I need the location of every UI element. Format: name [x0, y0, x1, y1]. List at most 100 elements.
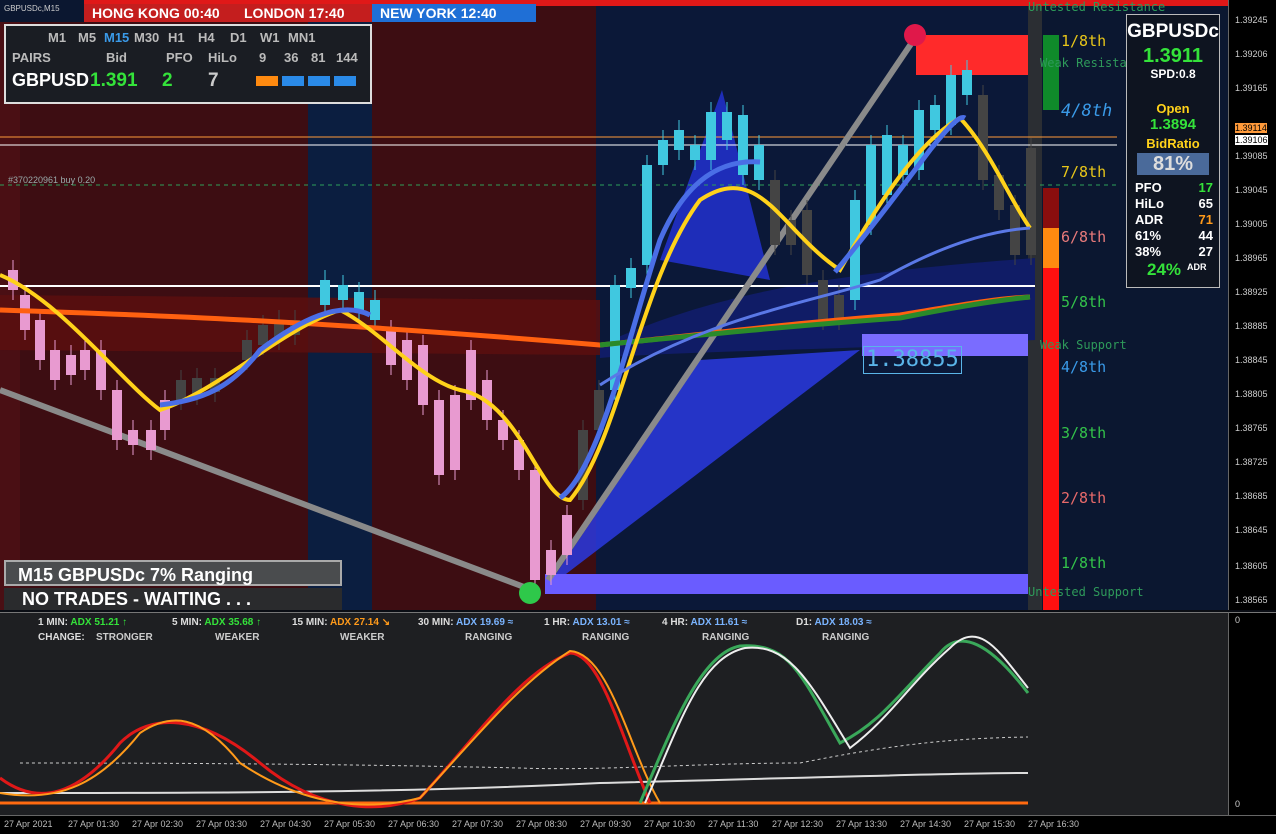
session-time: 17:40 [308, 5, 345, 21]
adx-timeframe: 4 HR: [662, 617, 689, 628]
candle [530, 470, 540, 580]
timeframe-w1[interactable]: W1 [260, 30, 280, 45]
candle [1026, 148, 1036, 255]
adx-timeframe: 1 HR: [544, 617, 571, 628]
candle [738, 115, 748, 175]
price-tick: 1.39245 [1235, 15, 1268, 25]
candle [450, 395, 460, 470]
adx-state: STRONGER [96, 632, 153, 643]
session-city: LONDON [244, 5, 305, 21]
price-tick: 1.39085 [1235, 151, 1268, 161]
fib-label: 2/8th [1061, 489, 1107, 507]
timeframe-m5[interactable]: M5 [78, 30, 96, 45]
candle [658, 140, 668, 165]
price-tick: 1.38805 [1235, 389, 1268, 399]
time-tick: 27 Apr 2021 [4, 819, 53, 829]
price-tick: 1.38885 [1235, 321, 1268, 331]
candle [962, 70, 972, 95]
untested-resistance-label: Untested Resistance [1028, 0, 1166, 14]
symbol-price: 1.3911 [1142, 45, 1204, 67]
price-tick: 1.38845 [1235, 355, 1268, 365]
fib-label: 3/8th [1061, 424, 1107, 442]
adx-d1: D1: ADX 18.03 ≈ [796, 617, 872, 628]
adx-value: ADX 35.68 [204, 617, 254, 628]
period-144: 144 [336, 50, 358, 65]
pairs-header: PAIRS [12, 50, 51, 65]
price-box: 1.38855 [863, 346, 962, 374]
session-new-york: NEW YORK 12:40 [372, 4, 536, 22]
untested-support-label: Untested Support [1028, 585, 1144, 599]
candle [50, 350, 60, 380]
fib-bar [1043, 35, 1059, 110]
candle [626, 268, 636, 288]
timeframe-mn1[interactable]: MN1 [288, 30, 315, 45]
high-marker [904, 24, 926, 46]
symbol-info-panel: GBPUSDc 1.3911 SPD:0.8 Open 1.3894 BidRa… [1126, 14, 1220, 288]
timeframe-m15[interactable]: M15 [104, 30, 129, 45]
price-tick: 1.38725 [1235, 457, 1268, 467]
pair-bid: 1.391 [90, 70, 138, 91]
resistance-zone [916, 35, 1028, 75]
adx-value: ADX 13.01 [572, 617, 622, 628]
trend-box [256, 76, 278, 86]
price-tick: 1.39165 [1235, 83, 1268, 93]
adx-arrow-icon: ↑ [256, 617, 262, 628]
stat-value: 65 [1198, 196, 1213, 211]
adx-timeframe: 15 MIN: [292, 617, 328, 628]
adx-timeframe: 5 MIN: [172, 617, 202, 628]
adr-percent: 24% [1147, 260, 1182, 279]
timeframe-h1[interactable]: H1 [168, 30, 185, 45]
adx-4hr: 4 HR: ADX 11.61 ≈ [662, 617, 747, 628]
timeframe-d1[interactable]: D1 [230, 30, 247, 45]
timeframe-selector: M1 M5 M15 M30 H1 H4 D1 W1 MN1 [48, 30, 368, 46]
candle [674, 130, 684, 150]
time-tick: 27 Apr 04:30 [260, 819, 312, 829]
pair-name[interactable]: GBPUSD [12, 70, 89, 91]
price-tick: 1.38925 [1235, 287, 1268, 297]
adx-timeframe: 30 MIN: [418, 617, 454, 628]
candle [642, 165, 652, 265]
price-tick: 1.39005 [1235, 219, 1268, 229]
price-tick: 1.38765 [1235, 423, 1268, 433]
fib-bar [1043, 268, 1059, 610]
time-tick: 27 Apr 14:30 [900, 819, 952, 829]
period-81: 81 [311, 50, 326, 65]
adr-label: ADR [1187, 262, 1207, 272]
adx-arrow-icon: ≈ [507, 617, 514, 628]
adx-value: ADX 11.61 [690, 617, 739, 628]
fib-bar [1043, 188, 1059, 228]
adx-timeframe: D1: [796, 617, 813, 628]
adx-value: ADX 27.14 [329, 617, 379, 628]
price-tick: 1.38605 [1235, 561, 1268, 571]
stat-label: HiLo [1135, 196, 1164, 211]
candle [338, 285, 348, 300]
adx-state: WEAKER [215, 632, 260, 643]
time-tick: 27 Apr 02:30 [132, 819, 184, 829]
fib-label: 1/8th [1061, 554, 1107, 572]
open-label: Open [1156, 101, 1190, 116]
order-label[interactable]: #370220961 buy 0.20 [8, 175, 95, 185]
period-36: 36 [284, 50, 299, 65]
timeframe-m1[interactable]: M1 [48, 30, 66, 45]
weak-support-label: Weak Support [1040, 338, 1127, 352]
adx-state: RANGING [822, 632, 870, 643]
adx-arrow-icon: ↘ [381, 617, 391, 628]
timeframe-m30[interactable]: M30 [134, 30, 159, 45]
hilo-header: HiLo [208, 50, 237, 65]
time-tick: 27 Apr 03:30 [196, 819, 248, 829]
adx-state: RANGING [465, 632, 513, 643]
bidratio-value: 81% [1137, 153, 1209, 175]
timeframe-h4[interactable]: H4 [198, 30, 215, 45]
price-tick: 1.39114 [1235, 123, 1267, 133]
adx-arrow-icon: ≈ [866, 617, 872, 628]
adx-1hr: 1 HR: ADX 13.01 ≈ [544, 617, 630, 628]
adx-canvas [0, 635, 1030, 809]
support-zone [545, 574, 1028, 594]
fib-label: 7/8th [1061, 163, 1107, 181]
candle [818, 280, 828, 320]
time-tick: 27 Apr 01:30 [68, 819, 120, 829]
candle [258, 325, 268, 345]
adx-arrow-icon: ≈ [741, 617, 748, 628]
fib-label: 6/8th [1061, 228, 1107, 246]
adx-white-flat [0, 772, 1029, 794]
